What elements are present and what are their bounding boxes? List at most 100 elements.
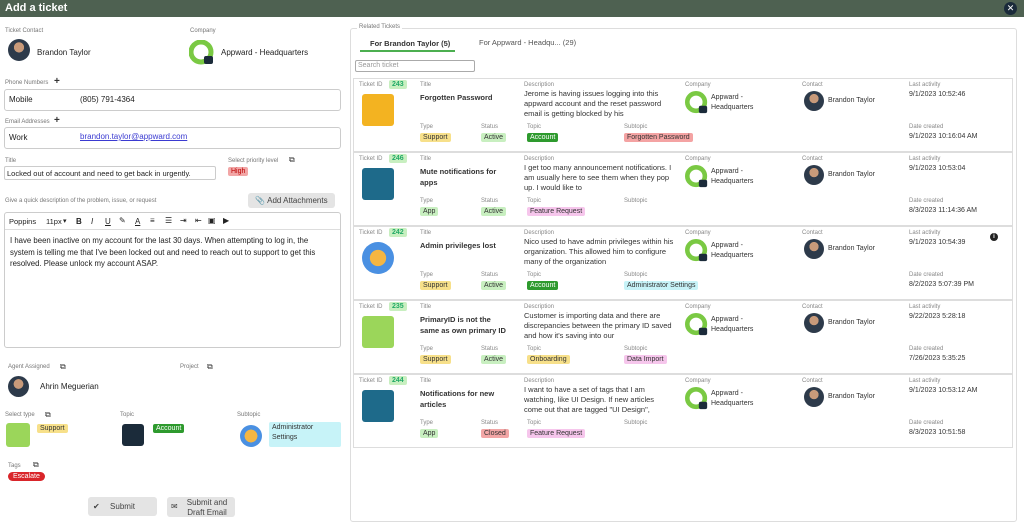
ticket-company[interactable]: Appward - Headquarters xyxy=(711,93,771,113)
ticket-card[interactable]: Ticket ID 243 Title Forgotten Password D… xyxy=(353,78,1013,152)
align-icon[interactable]: ≡ xyxy=(150,216,155,225)
company-logo-icon xyxy=(685,313,708,336)
tag-escalate[interactable]: Escalate xyxy=(8,472,45,481)
window-titlebar: Add a ticket xyxy=(0,0,1024,17)
ticket-company[interactable]: Appward - Headquarters xyxy=(711,241,771,261)
image-icon[interactable]: ▣ xyxy=(208,216,216,225)
topic-label: Topic xyxy=(527,420,542,426)
topic-label: Topic xyxy=(527,272,542,278)
company-name[interactable]: Appward - Headquarters xyxy=(221,48,308,57)
status-label: Status xyxy=(481,346,499,352)
email-row[interactable]: Work brandon.taylor@appward.com xyxy=(4,127,341,149)
filter-icon xyxy=(362,168,394,200)
type-badge[interactable]: Support xyxy=(37,424,68,433)
close-icon[interactable]: ✕ xyxy=(1004,2,1017,15)
email-type: Work xyxy=(9,133,28,142)
add-phone-icon[interactable]: + xyxy=(54,76,60,87)
ticket-card[interactable]: Ticket ID 246 Title Mute notifications f… xyxy=(353,152,1013,226)
priority-label: Select priority level xyxy=(228,158,279,164)
ticket-card[interactable]: Ticket ID 242 Title Admin privileges los… xyxy=(353,226,1013,300)
edit-priority-icon[interactable]: ⧉ xyxy=(289,155,295,165)
ticket-company[interactable]: Appward - Headquarters xyxy=(711,167,771,187)
edit-project-icon[interactable]: ⧉ xyxy=(207,362,213,372)
ticket-title[interactable]: Forgotten Password xyxy=(420,92,510,103)
submit-draft-label: Submit and Draft Email xyxy=(186,498,228,517)
edit-tags-icon[interactable]: ⧉ xyxy=(33,460,39,470)
type-badge: Support xyxy=(420,281,451,290)
type-label: Type xyxy=(420,272,434,278)
ticket-contact[interactable]: Brandon Taylor xyxy=(828,319,875,326)
underline-icon[interactable]: U xyxy=(105,217,111,226)
topic-label: Topic xyxy=(527,198,542,204)
topic-badge: Onboarding xyxy=(527,355,570,364)
add-attachments-button[interactable]: 📎 Add Attachments xyxy=(248,193,335,208)
last-activity-label: Last activity xyxy=(909,378,941,384)
company-label: Company xyxy=(685,378,711,384)
date-created-value: 8/3/2023 10:51:58 xyxy=(909,429,966,436)
window-title: Add a ticket xyxy=(5,2,68,14)
ticket-contact[interactable]: Brandon Taylor xyxy=(828,393,875,400)
status-label: Status xyxy=(481,420,499,426)
outdent-icon[interactable]: ⇤ xyxy=(195,216,202,225)
edit-agent-icon[interactable]: ⧉ xyxy=(60,362,66,372)
submit-button[interactable]: ✔ Submit xyxy=(88,497,157,516)
subtopic-badge[interactable]: Administrator Settings xyxy=(269,422,341,447)
tab-for-contact[interactable]: For Brandon Taylor (5) xyxy=(370,39,450,48)
type-badge: App xyxy=(420,429,439,438)
topic-badge: Account xyxy=(527,133,559,142)
agent-label: Agent Assigned xyxy=(8,364,50,370)
ticket-title[interactable]: Notifications for new articles xyxy=(420,388,510,410)
topic-badge: Feature Request xyxy=(527,429,586,438)
contact-avatar xyxy=(804,313,824,333)
bold-icon[interactable]: B xyxy=(76,217,82,226)
editor-toolbar: Poppins 11px ▾ B I U ✎ A ≡ ☰ ⇥ ⇤ ▣ ▶ xyxy=(5,213,340,230)
submit-draft-button[interactable]: ✉ Submit and Draft Email xyxy=(167,497,235,517)
phone-value[interactable]: (805) 791-4364 xyxy=(80,95,135,104)
topic-badge[interactable]: Account xyxy=(153,424,185,433)
contact-name[interactable]: Brandon Taylor xyxy=(37,48,91,57)
ticket-company[interactable]: Appward - Headquarters xyxy=(711,315,771,335)
font-size-select[interactable]: 11px xyxy=(46,217,62,226)
add-email-icon[interactable]: + xyxy=(54,115,60,126)
company-logo-icon xyxy=(685,91,708,114)
highlight-icon[interactable]: ✎ xyxy=(119,216,126,225)
ticket-id-label: Ticket ID xyxy=(359,304,383,310)
phone-type: Mobile xyxy=(9,95,33,104)
contact-label: Contact xyxy=(802,230,823,236)
ticket-card[interactable]: Ticket ID 244 Title Notifications for ne… xyxy=(353,374,1013,448)
tab-for-company[interactable]: For Appward - Headqu... (29) xyxy=(479,38,576,47)
date-created-label: Date created xyxy=(909,272,944,278)
ticket-id-badge: 243 xyxy=(389,80,407,89)
ticket-contact[interactable]: Brandon Taylor xyxy=(828,171,875,178)
phone-row[interactable]: Mobile (805) 791-4364 xyxy=(4,89,341,111)
ticket-card[interactable]: Ticket ID 235 Title PrimaryID is not the… xyxy=(353,300,1013,374)
account-icon xyxy=(122,424,144,446)
font-family-select[interactable]: Poppins xyxy=(9,217,36,226)
priority-badge[interactable]: High xyxy=(228,167,249,176)
ticket-title[interactable]: Mute notifications for apps xyxy=(420,166,510,188)
indent-icon[interactable]: ⇥ xyxy=(180,216,187,225)
email-link[interactable]: brandon.taylor@appward.com xyxy=(80,132,187,141)
bullet-list-icon[interactable]: ☰ xyxy=(165,216,172,225)
ticket-contact[interactable]: Brandon Taylor xyxy=(828,97,875,104)
agent-name[interactable]: Ahrin Meguerian xyxy=(40,382,99,391)
title-input[interactable]: Locked out of account and need to get ba… xyxy=(4,166,216,180)
ticket-id-badge: 242 xyxy=(389,228,407,237)
video-icon[interactable]: ▶ xyxy=(223,216,229,225)
italic-icon[interactable]: I xyxy=(91,217,93,226)
ticket-title[interactable]: PrimaryID is not the same as own primary… xyxy=(420,314,510,336)
ticket-description: I want to have a set of tags that I am w… xyxy=(524,385,655,414)
check-icon: ✔ xyxy=(93,502,100,511)
ticket-title[interactable]: Admin privileges lost xyxy=(420,240,510,251)
subtopic-badge: Forgotten Password xyxy=(624,133,693,142)
ticket-description: Jerome is having issues logging into thi… xyxy=(524,89,662,118)
date-created-label: Date created xyxy=(909,420,944,426)
ticket-company[interactable]: Appward - Headquarters xyxy=(711,389,771,409)
info-icon[interactable]: i xyxy=(990,233,998,241)
text-color-icon[interactable]: A xyxy=(135,217,140,226)
description-editor[interactable]: Poppins 11px ▾ B I U ✎ A ≡ ☰ ⇥ ⇤ ▣ ▶ I h… xyxy=(4,212,341,348)
subtopic-label: Subtopic xyxy=(624,198,648,204)
ticket-contact[interactable]: Brandon Taylor xyxy=(828,245,875,252)
edit-type-icon[interactable]: ⧉ xyxy=(45,410,51,420)
search-ticket-input[interactable]: Search ticket xyxy=(355,60,475,72)
